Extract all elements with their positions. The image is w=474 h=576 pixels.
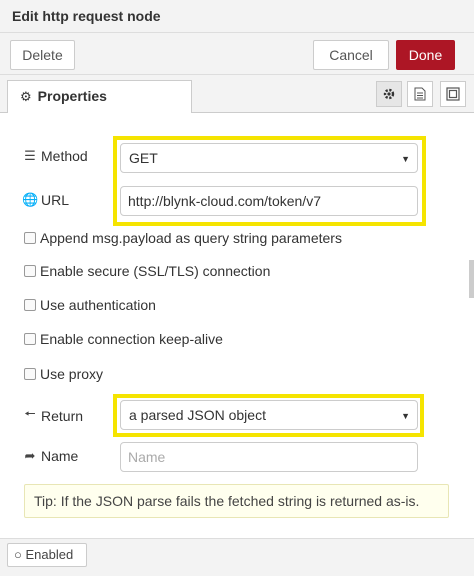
tasks-icon: ☰ — [24, 148, 36, 163]
tray-title: Edit http request node — [12, 8, 161, 24]
appearance-tab-icon[interactable] — [440, 81, 466, 107]
gear-icon — [383, 88, 395, 100]
tab-properties[interactable]: ⚙ Properties — [7, 80, 192, 114]
delete-button[interactable]: Delete — [10, 40, 75, 70]
object-group-icon — [446, 87, 460, 101]
return-label: 🠔 Return — [22, 405, 83, 427]
enabled-label: Enabled — [25, 547, 74, 562]
method-select[interactable]: GET ▼ — [120, 143, 418, 173]
edit-node-tray: Edit http request node Delete Cancel Don… — [0, 0, 474, 576]
checkbox-box[interactable] — [24, 299, 36, 311]
properties-panel: ☰ Method GET ▼ 🌐 URL http://blynk-cloud.co… — [0, 113, 474, 538]
node-properties-tab-icon[interactable] — [376, 81, 402, 107]
keep-alive-checkbox[interactable]: Enable connection keep-alive — [24, 331, 223, 347]
gear-icon: ⚙ — [20, 89, 32, 104]
ssl-tls-checkbox[interactable]: Enable secure (SSL/TLS) connection — [24, 263, 270, 279]
method-value: GET — [129, 150, 158, 166]
scrollbar[interactable] — [469, 260, 474, 298]
tab-properties-label: Properties — [37, 88, 107, 104]
cancel-button[interactable]: Cancel — [313, 40, 389, 70]
checkbox-box[interactable] — [24, 368, 36, 380]
url-value: http://blynk-cloud.com/token/v7 — [128, 193, 321, 209]
enabled-toggle-button[interactable]: ○ Enabled — [7, 543, 87, 567]
tray-footer: ○ Enabled — [0, 538, 474, 576]
append-payload-checkbox[interactable]: Append msg.payload as query string param… — [24, 230, 342, 246]
tag-icon: ➦ — [24, 448, 36, 463]
tab-bar: ⚙ Properties — [0, 75, 474, 114]
name-input[interactable]: Name — [120, 442, 418, 472]
chevron-down-icon: ▼ — [401, 411, 410, 421]
globe-icon: 🌐 — [22, 192, 39, 207]
url-label: 🌐 URL — [22, 192, 70, 208]
chevron-down-icon: ▼ — [401, 154, 410, 164]
checkbox-box[interactable] — [24, 333, 36, 345]
return-value: a parsed JSON object — [129, 407, 266, 423]
name-placeholder: Name — [128, 449, 166, 465]
tray-toolbar: Delete Cancel Done — [0, 33, 474, 75]
return-select[interactable]: a parsed JSON object ▼ — [120, 400, 418, 430]
done-button[interactable]: Done — [396, 40, 455, 70]
url-input[interactable]: http://blynk-cloud.com/token/v7 — [120, 186, 418, 216]
use-authentication-checkbox[interactable]: Use authentication — [24, 297, 156, 313]
use-proxy-checkbox[interactable]: Use proxy — [24, 366, 103, 382]
file-text-icon — [414, 87, 426, 101]
method-label: ☰ Method — [22, 148, 88, 164]
description-tab-icon[interactable] — [407, 81, 433, 107]
tip-box: Tip: If the JSON parse fails the fetched… — [24, 484, 449, 518]
arrow-left-icon: 🠔 — [24, 406, 36, 421]
circle-icon: ○ — [14, 547, 22, 562]
name-label: ➦ Name — [22, 448, 79, 464]
tip-text: Tip: If the JSON parse fails the fetched… — [34, 493, 420, 509]
checkbox-box[interactable] — [24, 265, 36, 277]
checkbox-box[interactable] — [24, 232, 36, 244]
tray-header: Edit http request node — [0, 0, 474, 33]
